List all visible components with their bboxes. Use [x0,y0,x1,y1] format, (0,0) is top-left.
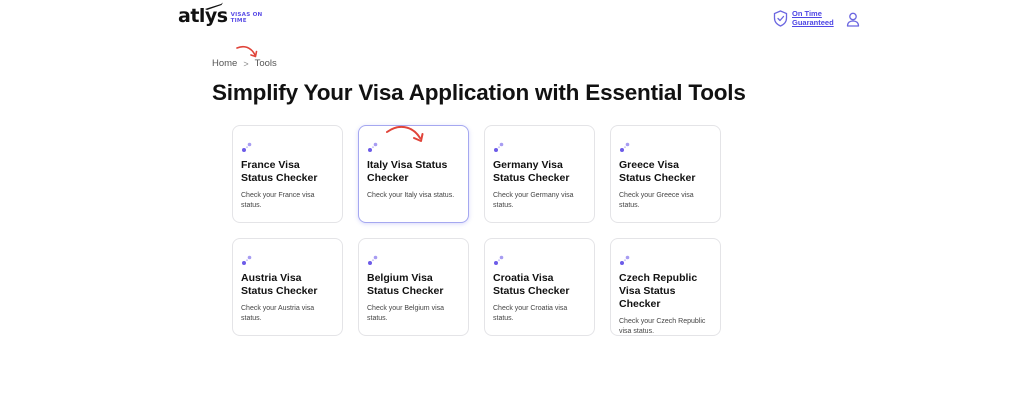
tool-dots-icon [242,142,252,152]
tool-dots-icon [620,142,630,152]
tool-card-italy[interactable]: Italy Visa Status Checker Check your Ita… [358,125,469,223]
card-description: Check your Greece visa status. [619,192,694,209]
page-title: Simplify Your Visa Application with Esse… [212,80,746,105]
breadcrumb-home[interactable]: Home [212,58,237,69]
card-title: Belgium Visa Status Checker [367,272,444,297]
card-title: Germany Visa Status Checker [493,159,570,184]
tool-card-germany[interactable]: Germany Visa Status Checker Check your G… [484,125,595,223]
annotation-arrow-icon [386,125,424,142]
card-description: Check your Austria visa status. [241,305,315,322]
plane-icon [205,2,223,10]
atlys-logo[interactable]: atlys VISAS ON TIME [178,2,263,26]
logo-tagline: VISAS ON TIME [230,12,263,24]
card-description: Check your France visa status. [241,192,315,209]
tool-dots-icon [368,255,378,265]
on-time-guaranteed-link[interactable]: On Time Guaranteed [773,9,836,27]
card-title: Croatia Visa Status Checker [493,272,570,297]
tool-card-belgium[interactable]: Belgium Visa Status Checker Check your B… [358,238,469,336]
card-title: Austria Visa Status Checker [241,272,318,297]
card-description: Check your Croatia visa status. [493,305,568,322]
tool-card-croatia[interactable]: Croatia Visa Status Checker Check your C… [484,238,595,336]
guarantee-label: On Time Guaranteed [792,9,834,27]
user-icon[interactable] [846,12,860,27]
breadcrumb-separator: > [243,58,249,69]
tool-dots-icon [494,255,504,265]
tools-grid: France Visa Status Checker Check your Fr… [232,125,722,336]
tool-dots-icon [620,255,630,265]
tool-dots-icon [368,142,378,152]
card-title: Italy Visa Status Checker [367,159,448,184]
breadcrumb: Home > Tools [212,58,277,69]
card-title: Greece Visa Status Checker [619,159,696,184]
card-title: France Visa Status Checker [241,159,318,184]
card-description: Check your Italy visa status. [367,192,455,199]
card-description: Check your Germany visa status. [493,192,574,209]
card-description: Check your Czech Republic visa status. [619,318,706,335]
card-title: Czech Republic Visa Status Checker [619,272,698,310]
tool-card-greece[interactable]: Greece Visa Status Checker Check your Gr… [610,125,721,223]
card-description: Check your Belgium visa status. [367,305,445,322]
tool-dots-icon [242,255,252,265]
tool-card-czech-republic[interactable]: Czech Republic Visa Status Checker Check… [610,238,721,336]
tool-card-austria[interactable]: Austria Visa Status Checker Check your A… [232,238,343,336]
shield-check-icon [773,10,788,27]
tool-dots-icon [494,142,504,152]
breadcrumb-current: Tools [254,58,277,69]
tool-card-france[interactable]: France Visa Status Checker Check your Fr… [232,125,343,223]
